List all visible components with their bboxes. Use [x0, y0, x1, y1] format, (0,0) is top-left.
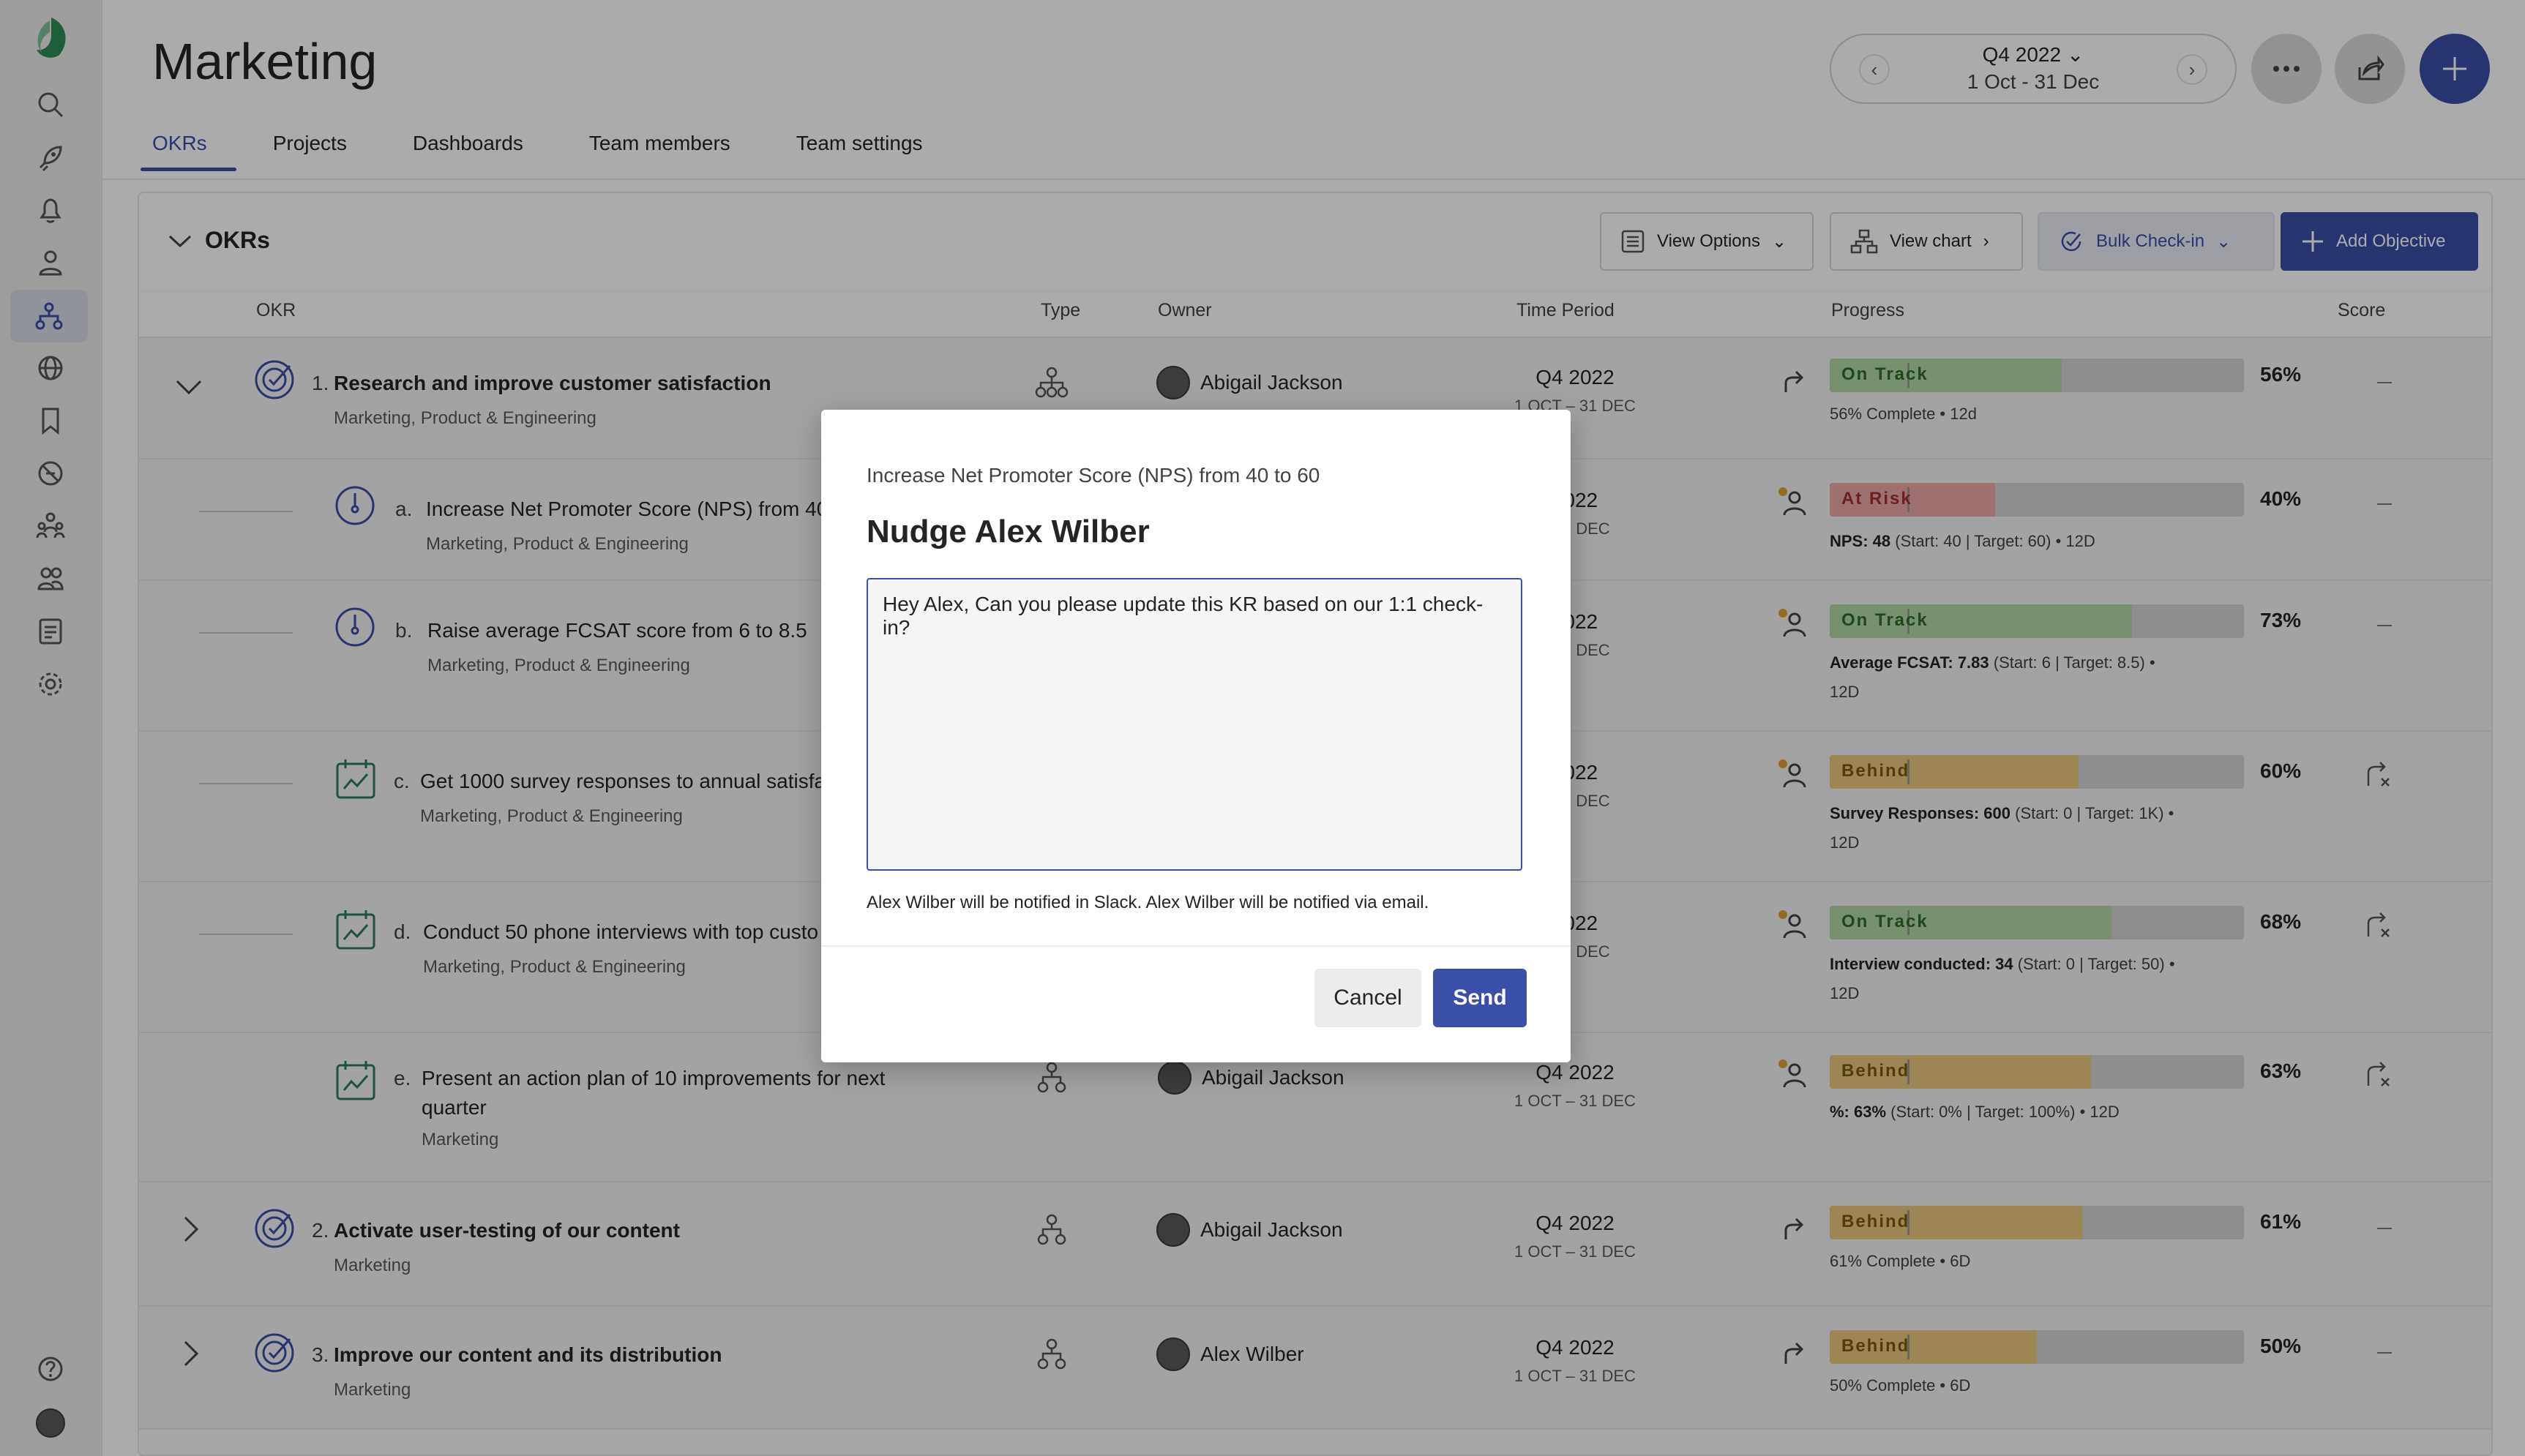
notification-note: Alex Wilber will be notified in Slack. A… — [867, 893, 1429, 912]
send-button[interactable]: Send — [1433, 969, 1527, 1027]
dialog-title: Nudge Alex Wilber — [867, 514, 1150, 549]
dialog-divider — [821, 945, 1571, 947]
nudge-dialog: Increase Net Promoter Score (NPS) from 4… — [821, 410, 1571, 1062]
dialog-kr-title: Increase Net Promoter Score (NPS) from 4… — [867, 464, 1320, 487]
cancel-button[interactable]: Cancel — [1314, 969, 1421, 1027]
nudge-message-input[interactable]: Hey Alex, Can you please update this KR … — [867, 578, 1522, 871]
